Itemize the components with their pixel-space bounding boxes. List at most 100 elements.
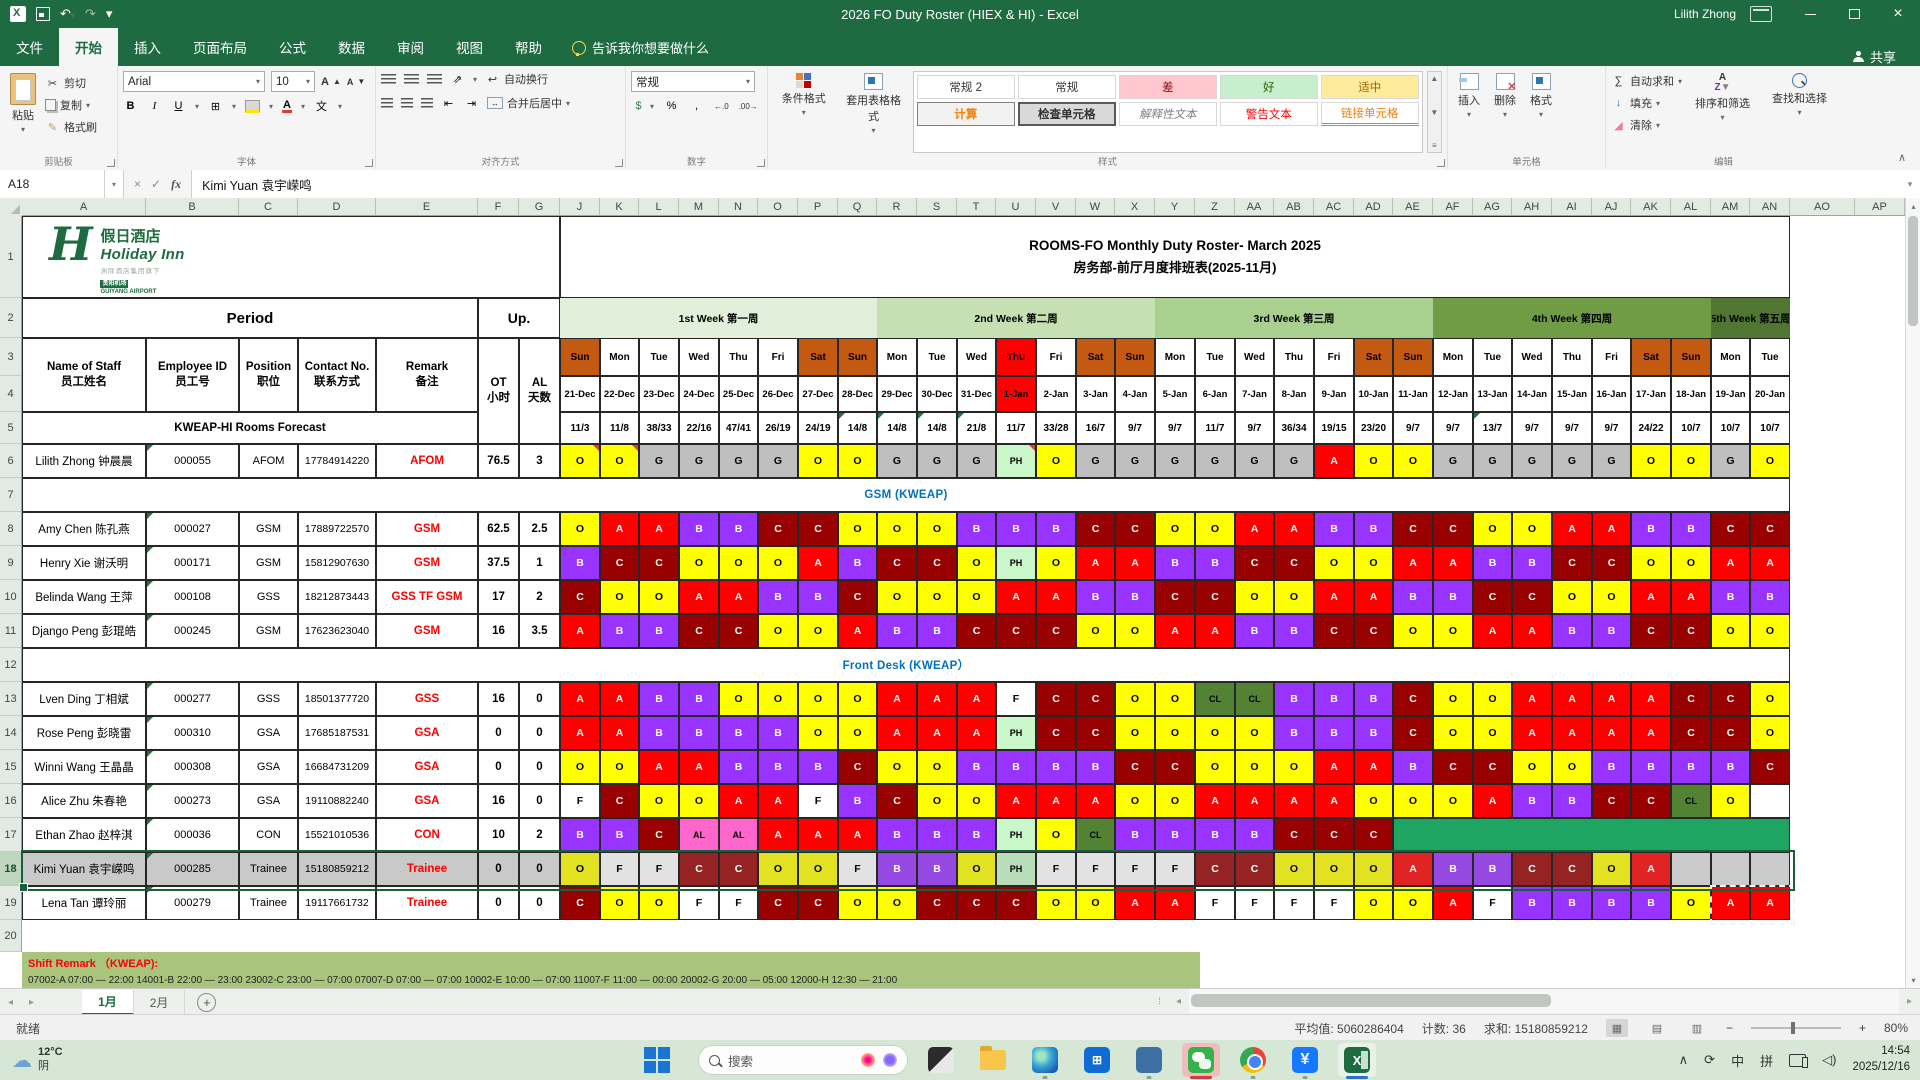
shift-cell[interactable]: A [838,614,877,648]
shift-cell[interactable]: A [1512,682,1552,716]
col-header-Z[interactable]: Z [1195,198,1235,216]
shift-cell[interactable]: C [679,852,719,886]
maximize-button[interactable] [1832,0,1876,28]
shift-cell[interactable]: B [1473,546,1512,580]
col-header-AD[interactable]: AD [1354,198,1393,216]
name-box[interactable]: A18 [0,170,105,198]
format-as-table-button[interactable]: 套用表格格式 ▾ [838,71,908,153]
staff-al-cell[interactable]: 0 [519,682,560,716]
shift-cell[interactable]: B [1314,512,1354,546]
shift-cell[interactable]: B [1314,716,1354,750]
staff-position-cell[interactable]: GSA [239,784,298,818]
shift-cell[interactable]: G [1592,444,1631,478]
shift-cell[interactable]: O [838,886,877,920]
gallery-scroll[interactable]: ▲ ▼ ≡ [1426,71,1442,153]
shift-cell[interactable]: F [1274,886,1314,920]
shift-cell[interactable]: B [957,818,996,852]
shift-cell[interactable]: PH [996,444,1036,478]
staff-position-cell[interactable]: CON [239,818,298,852]
sort-filter-button[interactable]: A Z▼ 排序和筛选 ▾ [1686,71,1759,153]
shift-cell[interactable]: C [1711,716,1750,750]
shift-cell[interactable]: O [838,444,877,478]
shift-cell[interactable]: B [1473,852,1512,886]
shift-cell[interactable]: O [639,886,679,920]
shift-cell[interactable]: C [1552,546,1592,580]
shift-cell[interactable]: O [1155,512,1195,546]
scroll-right-icon[interactable]: ▸ [1899,996,1920,1007]
cell-style-item[interactable]: 计算 [916,102,1015,126]
col-header-L[interactable]: L [639,198,679,216]
shift-cell[interactable] [1750,784,1790,818]
col-header-P[interactable]: P [798,198,838,216]
shift-cell[interactable]: B [798,580,838,614]
staff-remark-cell[interactable]: Trainee [376,852,478,886]
col-header-D[interactable]: D [298,198,376,216]
staff-name-cell[interactable]: Django Peng 彭琨皓 [22,614,146,648]
align-left-icon[interactable] [381,97,393,109]
staff-remark-cell[interactable]: GSM [376,512,478,546]
shift-cell[interactable]: F [1314,886,1354,920]
staff-name-cell[interactable]: Belinda Wang 王萍 [22,580,146,614]
taskbar-app-calculator[interactable] [1130,1043,1168,1079]
ribbon-display-options-icon[interactable] [1750,6,1772,22]
shift-cell[interactable]: C [1195,852,1235,886]
tell-me-box[interactable]: 告诉我你想要做什么 [558,29,723,66]
staff-name-cell[interactable]: Lven Ding 丁相斌 [22,682,146,716]
col-header-AC[interactable]: AC [1314,198,1354,216]
staff-remark-cell[interactable]: GSA [376,716,478,750]
shift-cell[interactable]: C [719,614,758,648]
shift-cell[interactable]: A [877,716,917,750]
shift-cell[interactable]: B [1076,750,1115,784]
formula-expand-icon[interactable]: ▾ [1900,170,1920,198]
col-header-B[interactable]: B [146,198,239,216]
cancel-icon[interactable]: × [134,177,141,191]
staff-ot-cell[interactable]: 16 [478,614,519,648]
shift-cell[interactable]: O [917,580,957,614]
sheet-tab-1月[interactable]: 1月 [82,989,134,1015]
shift-cell[interactable]: O [1354,886,1393,920]
shift-cell[interactable]: B [917,818,957,852]
col-header-T[interactable]: T [957,198,996,216]
col-header-J[interactable]: J [560,198,600,216]
vertical-scroll-thumb[interactable] [1908,216,1918,326]
shift-cell[interactable]: C [877,546,917,580]
staff-al-cell[interactable]: 3.5 [519,614,560,648]
shift-cell[interactable]: B [1155,818,1195,852]
shift-cell[interactable]: C [1473,750,1512,784]
taskbar-clock[interactable]: 14:54 2025/12/16 [1852,1044,1910,1075]
shift-cell[interactable]: A [1631,852,1671,886]
shift-cell[interactable]: G [1552,444,1592,478]
shift-cell[interactable]: O [1076,614,1115,648]
shift-cell[interactable]: A [1433,546,1473,580]
shift-cell[interactable]: A [917,716,957,750]
shift-cell[interactable]: C [1473,580,1512,614]
shift-cell[interactable]: B [639,716,679,750]
shift-cell[interactable]: O [758,614,798,648]
shift-cell[interactable]: O [798,716,838,750]
scrollbar-splitter[interactable]: ⁞ [1158,996,1162,1006]
shift-cell[interactable]: O [917,750,957,784]
ribbon-tab-数据[interactable]: 数据 [322,28,381,66]
shift-cell[interactable]: O [1274,580,1314,614]
shift-cell[interactable]: O [1195,512,1235,546]
shift-cell[interactable]: C [1631,784,1671,818]
redo-icon[interactable]: ↷ [85,6,96,22]
shift-cell[interactable]: O [1433,716,1473,750]
new-sheet-button[interactable]: + [197,992,217,1012]
shift-cell[interactable]: O [1393,614,1433,648]
shift-cell[interactable]: O [1473,716,1512,750]
taskbar-app-excel[interactable]: X [1338,1043,1376,1079]
staff-position-cell[interactable]: GSM [239,614,298,648]
borders-icon[interactable]: ⊞ [208,99,223,113]
font-dialog-launcher[interactable] [365,159,373,167]
shift-cell[interactable]: A [679,750,719,784]
shift-cell[interactable]: F [679,886,719,920]
shift-cell[interactable]: O [560,512,600,546]
staff-remark-cell[interactable]: Trainee [376,886,478,920]
shift-cell[interactable]: C [1393,512,1433,546]
shift-cell[interactable]: O [1631,444,1671,478]
shift-cell[interactable]: AL [719,818,758,852]
shift-cell[interactable]: B [639,614,679,648]
taskbar-app-contrast[interactable] [922,1043,960,1077]
shift-cell[interactable]: CL [1195,682,1235,716]
